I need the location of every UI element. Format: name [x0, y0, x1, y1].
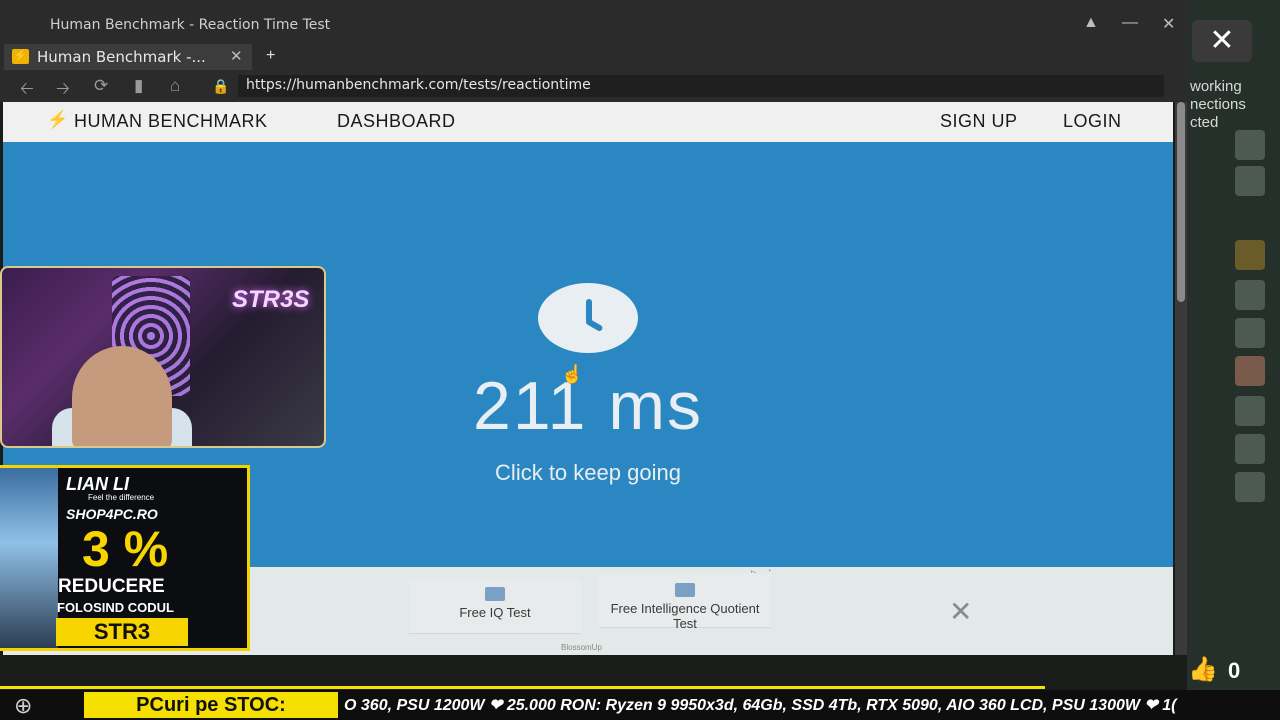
avatar — [1235, 396, 1265, 426]
lock-icon: 🔒 — [212, 78, 230, 94]
address-bar: 🡠 🡢 ⟳ ▮ ⌂ 🔒 https://humanbenchmark.com/t… — [0, 70, 1190, 102]
new-tab-button[interactable]: + — [266, 47, 275, 65]
avatar — [1235, 472, 1265, 502]
lightning-icon: ⚡ — [12, 49, 29, 64]
ad-card-intelligence-test[interactable]: Free Intelligence Quotient Test — [599, 573, 771, 631]
ad-brand: BlossomUp — [561, 643, 602, 652]
login-link[interactable]: LOGIN — [1063, 111, 1122, 132]
connection-status-text: working nections cted — [1190, 78, 1246, 132]
signup-link[interactable]: SIGN UP — [940, 111, 1018, 132]
url-input[interactable]: https://humanbenchmark.com/tests/reactio… — [238, 75, 1164, 97]
webcam-overlay: STR3S — [0, 266, 326, 448]
streamer-head — [72, 346, 172, 446]
discount-percent: 3 % — [82, 521, 169, 577]
thumbs-up-icon[interactable]: 👍 — [1188, 655, 1218, 684]
back-icon[interactable]: 🡠 — [20, 76, 34, 105]
briefcase-icon — [675, 583, 695, 597]
sponsor-brand: LIAN LI — [66, 474, 129, 494]
avatar — [1235, 130, 1265, 160]
avatar — [1235, 240, 1265, 270]
ticker-label: PCuri pe STOC: — [84, 692, 338, 718]
tab-close-icon[interactable]: ✕ — [230, 47, 243, 65]
crosshair-icon: ⊕ — [14, 693, 33, 718]
neon-sign: STR3S — [232, 286, 310, 313]
status-line: working — [1190, 78, 1242, 95]
briefcase-icon — [485, 587, 505, 601]
overlay-close-button[interactable]: ✕ — [1192, 20, 1252, 62]
window-title: Human Benchmark - Reaction Time Test — [50, 17, 331, 33]
site-navbar: ⚡ HUMAN BENCHMARK DASHBOARD SIGN UP LOGI… — [3, 102, 1173, 142]
window-titlebar: Human Benchmark - Reaction Time Test ▲ —… — [0, 0, 1190, 44]
like-count: 0 — [1228, 658, 1241, 683]
ad-close-icon[interactable]: ✕ — [949, 595, 972, 628]
bookmark-icon[interactable]: ▮ — [134, 76, 143, 96]
ad-banner: ▷ ⋮ Free IQ Test Free Intelligence Quoti… — [251, 567, 1173, 655]
close-icon[interactable]: ✕ — [1162, 14, 1175, 34]
avatar — [1235, 434, 1265, 464]
sponsor-tagline: Feel the difference — [88, 493, 155, 502]
tab-title: Human Benchmark -... — [37, 48, 206, 66]
tab-bar: ⚡ Human Benchmark -... ✕ + — [0, 44, 1190, 70]
dashboard-link[interactable]: DASHBOARD — [337, 111, 456, 132]
ad-card-label: Free Intelligence Quotient Test — [610, 601, 760, 631]
avatar — [1235, 166, 1265, 196]
discount-label: REDUCERE — [58, 576, 165, 597]
reload-icon[interactable]: ⟳ — [94, 76, 108, 96]
ad-card-label: Free IQ Test — [459, 605, 531, 620]
status-line: nections — [1190, 96, 1246, 113]
sponsor-banner: LIAN LI Feel the difference SHOP4PC.RO 3… — [0, 465, 250, 651]
ticker-progress-line — [0, 686, 1045, 689]
hand-cursor-icon: ☝ — [561, 364, 584, 384]
scrollbar-thumb[interactable] — [1177, 102, 1185, 302]
forward-icon[interactable]: 🡢 — [56, 76, 70, 105]
bottom-ticker: ⊕ PCuri pe STOC: O 360, PSU 1200W ❤ 25.0… — [0, 690, 1280, 720]
ad-card-iq-test[interactable]: Free IQ Test — [409, 579, 581, 634]
home-icon[interactable]: ⌂ — [170, 76, 180, 96]
avatar — [1235, 280, 1265, 310]
discount-code: STR3 — [56, 618, 188, 646]
page-scrollbar[interactable] — [1175, 102, 1187, 655]
minimize-icon[interactable]: — — [1122, 14, 1138, 32]
pc-case-image — [0, 468, 58, 648]
pin-icon[interactable]: ▲ — [1083, 14, 1099, 32]
tab-human-benchmark[interactable]: ⚡ Human Benchmark -... ✕ — [4, 44, 252, 70]
clock-icon — [538, 283, 638, 353]
bolt-icon: ⚡ — [47, 110, 69, 129]
chat-side-panel: ✕ working nections cted — [1187, 0, 1280, 690]
code-caption: FOLOSIND CODUL — [57, 600, 174, 615]
url-text: https://humanbenchmark.com/tests/reactio… — [246, 77, 591, 93]
avatar — [1235, 318, 1265, 348]
brand-link[interactable]: HUMAN BENCHMARK — [74, 111, 268, 132]
avatar — [1235, 356, 1265, 386]
ticker-text: O 360, PSU 1200W ❤ 25.000 RON: Ryzen 9 9… — [344, 697, 1177, 714]
